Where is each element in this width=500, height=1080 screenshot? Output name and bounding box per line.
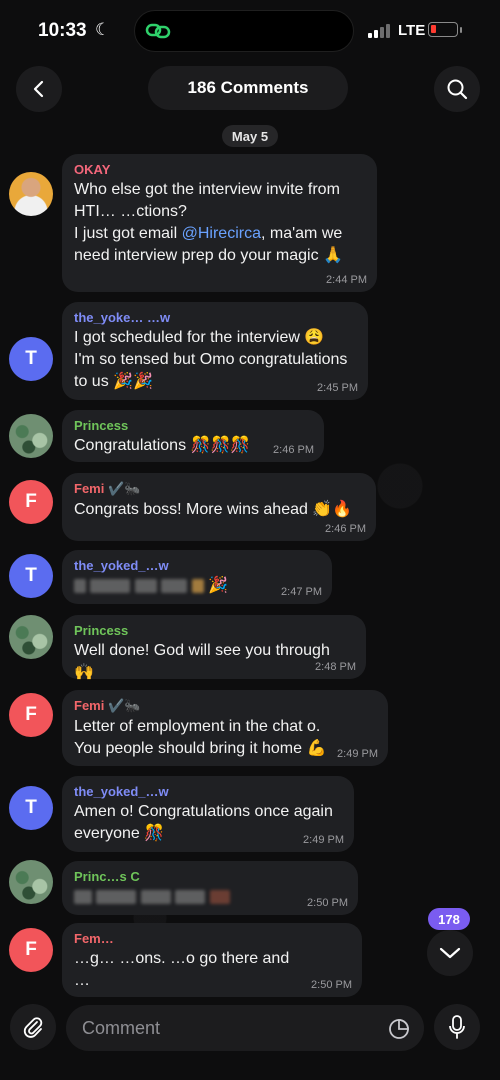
- page-title: 186 Comments: [148, 66, 348, 110]
- unread-count-badge[interactable]: 178: [428, 908, 470, 930]
- message-time: 2:49 PM: [303, 834, 344, 846]
- message-bubble[interactable]: the_yoked_…w 🎉 2:47 PM: [62, 550, 332, 604]
- signal-icon: [368, 24, 390, 38]
- message-text: [74, 886, 346, 908]
- message-text: …g… …ons. …o go there and …: [74, 950, 290, 989]
- message-bubble[interactable]: Princess Well done! God will see you thr…: [62, 615, 366, 681]
- message-sender[interactable]: the_yoke… …w: [74, 310, 356, 325]
- mention-link[interactable]: @Hirecirca: [182, 225, 261, 242]
- avatar[interactable]: [9, 172, 53, 216]
- message-bubble[interactable]: the_yoke… …w I got scheduled for the int…: [62, 302, 368, 400]
- network-label: LTE: [398, 22, 426, 39]
- message-time: 2:45 PM: [317, 382, 358, 394]
- date-divider: May 5: [222, 125, 278, 147]
- avatar[interactable]: T: [9, 337, 53, 381]
- message-text: I got scheduled for the interview 😩 I'm …: [74, 329, 348, 390]
- message-text: Congrats boss! More wins ahead 👏🔥: [74, 501, 353, 518]
- message-bubble[interactable]: OKAY Who else got the interview invite f…: [62, 154, 377, 292]
- message-sender[interactable]: the_yoked_…w: [74, 558, 320, 573]
- message-bubble[interactable]: Femi ✔️🐜 Letter of employment in the cha…: [62, 690, 388, 766]
- attach-icon: [23, 1017, 43, 1038]
- sticker-icon[interactable]: [388, 1018, 410, 1040]
- link-icon: [145, 23, 171, 39]
- avatar[interactable]: F: [9, 928, 53, 972]
- attach-button[interactable]: [10, 1004, 56, 1050]
- mic-button[interactable]: [434, 1004, 480, 1050]
- message-text: Who else got the interview invite from H…: [74, 181, 343, 264]
- message-time: 2:46 PM: [325, 523, 366, 535]
- avatar[interactable]: T: [9, 554, 53, 598]
- message-bubble[interactable]: Fem… …g… …ons. …o go there and … 2:50 PM: [62, 923, 362, 997]
- status-time: 10:33: [38, 20, 87, 41]
- message-sender[interactable]: Princ…s C: [74, 869, 346, 884]
- scroll-down-button[interactable]: [427, 930, 473, 976]
- message-bubble[interactable]: Femi ✔️🐜 Congrats boss! More wins ahead …: [62, 473, 376, 541]
- avatar[interactable]: F: [9, 480, 53, 524]
- message-time: 2:47 PM: [281, 586, 322, 598]
- message-bubble[interactable]: Princess Congratulations 🎊🎊🎊 2:46 PM: [62, 410, 324, 462]
- message-sender[interactable]: Princess: [74, 623, 354, 638]
- avatar[interactable]: [9, 615, 53, 659]
- message-time: 2:50 PM: [311, 979, 352, 991]
- status-bar: 10:33 ☾ LTE: [0, 0, 500, 62]
- avatar[interactable]: [9, 414, 53, 458]
- avatar[interactable]: T: [9, 786, 53, 830]
- moon-icon: ☾: [95, 20, 111, 39]
- message-bubble[interactable]: the_yoked_…w Amen o! Congratulations onc…: [62, 776, 354, 852]
- avatar[interactable]: [9, 860, 53, 904]
- search-button[interactable]: [434, 66, 480, 112]
- message-bubble[interactable]: Princ…s C 2:50 PM: [62, 861, 358, 915]
- message-sender[interactable]: OKAY: [74, 162, 365, 177]
- message-text: Well done! God will see you through 🙌: [74, 642, 330, 681]
- message-time: 2:44 PM: [326, 274, 367, 286]
- message-sender[interactable]: the_yoked_…w: [74, 784, 342, 799]
- message-time: 2:50 PM: [307, 897, 348, 909]
- back-button[interactable]: [16, 66, 62, 112]
- message-sender[interactable]: Femi ✔️🐜: [74, 481, 364, 497]
- back-icon: [33, 80, 44, 98]
- mic-icon: [449, 1015, 465, 1039]
- message-sender[interactable]: Femi ✔️🐜: [74, 698, 376, 714]
- message-time: 2:48 PM: [315, 661, 356, 673]
- chevron-down-icon: [439, 947, 461, 959]
- battery-icon: [428, 22, 458, 37]
- message-text: Letter of employment in the chat o. You …: [74, 718, 327, 757]
- dynamic-island: [134, 10, 354, 52]
- message-time: 2:49 PM: [337, 748, 378, 760]
- avatar[interactable]: F: [9, 693, 53, 737]
- message-sender[interactable]: Fem…: [74, 931, 350, 946]
- message-sender[interactable]: Princess: [74, 418, 312, 433]
- comment-input[interactable]: [66, 1005, 424, 1051]
- message-time: 2:46 PM: [273, 444, 314, 456]
- search-icon: [447, 79, 468, 100]
- message-text: Amen o! Congratulations once again every…: [74, 803, 333, 842]
